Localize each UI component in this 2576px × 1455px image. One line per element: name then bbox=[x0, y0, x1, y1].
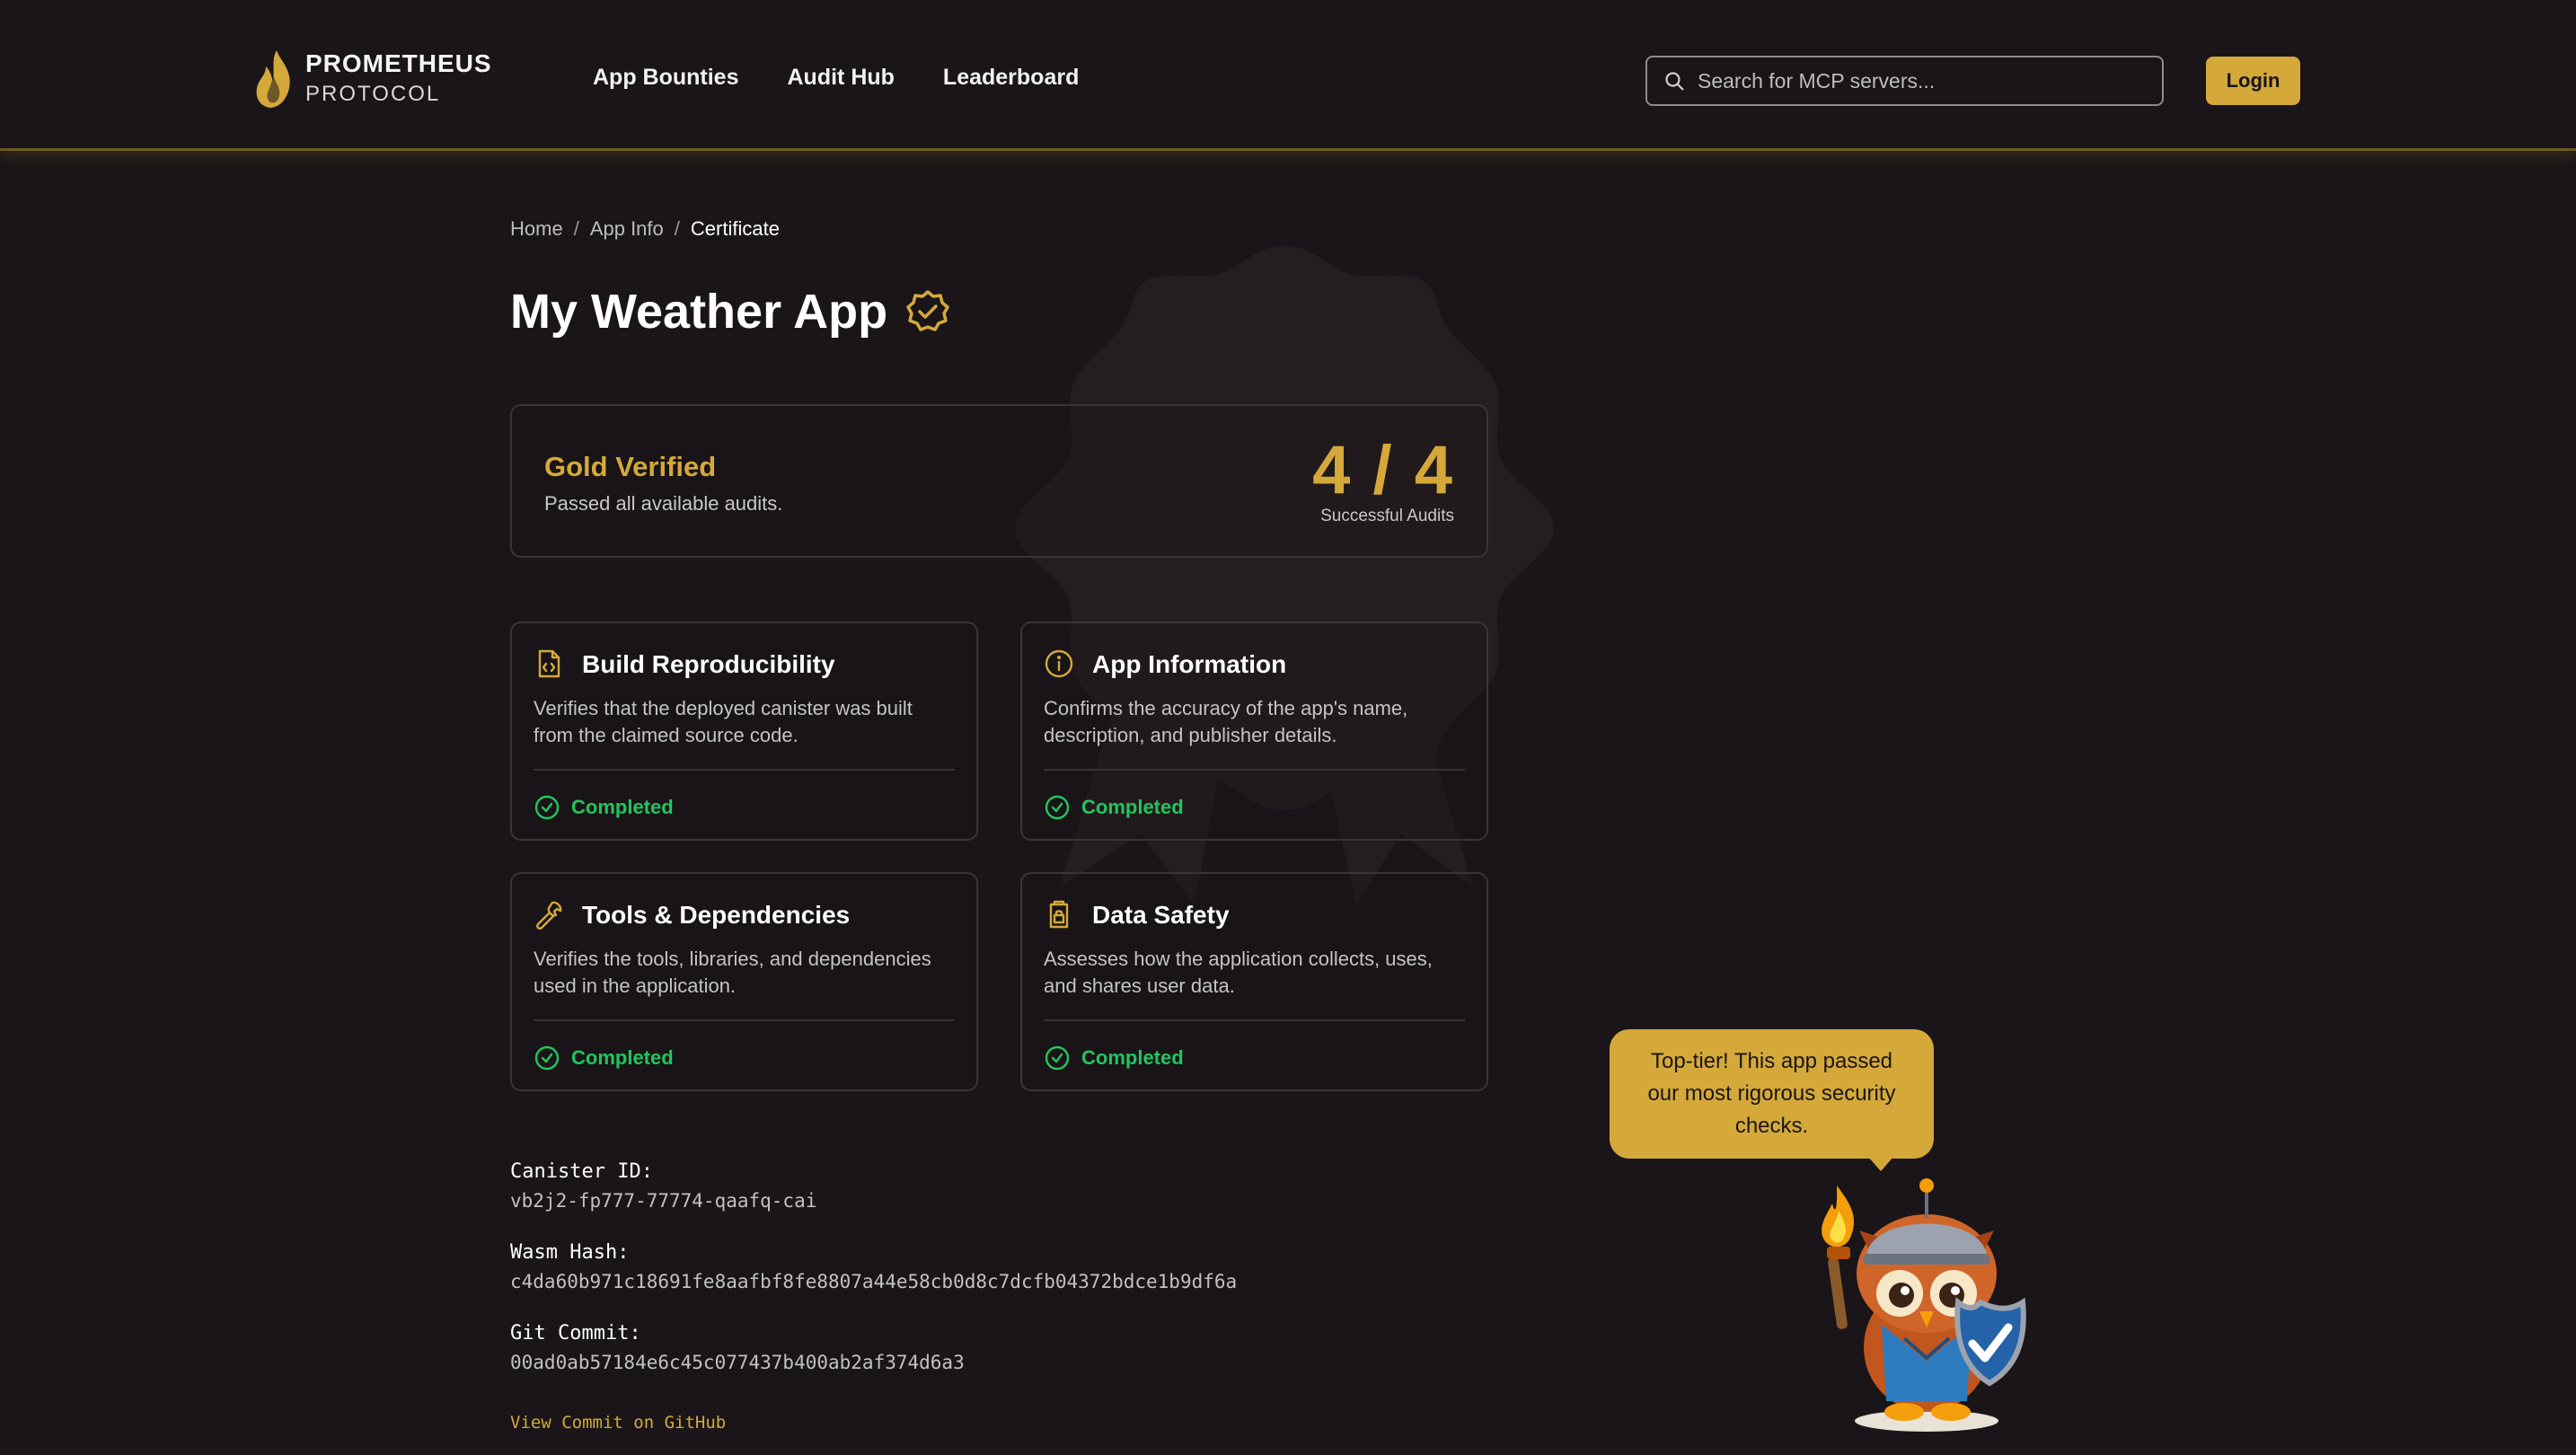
card-divider bbox=[1044, 769, 1465, 771]
owl-mascot-icon bbox=[1822, 1178, 2026, 1432]
audit-status: Completed bbox=[534, 794, 674, 821]
audit-card-title: Build Reproducibility bbox=[582, 650, 835, 678]
nav-app-bounties[interactable]: App Bounties bbox=[593, 65, 739, 91]
mascot-speech-bubble: Top-tier! This app passed our most rigor… bbox=[1610, 1029, 1934, 1159]
verification-summary: Gold Verified Passed all available audit… bbox=[510, 404, 1488, 558]
brand-subname: PROTOCOL bbox=[305, 82, 441, 106]
git-commit-label: Git Commit: bbox=[510, 1322, 641, 1345]
page-title: My Weather App bbox=[510, 285, 888, 339]
canister-id-block: Canister ID: vb2j2-fp777-77774-qaafq-cai bbox=[510, 1160, 816, 1212]
search-icon bbox=[1665, 72, 1684, 91]
breadcrumb-separator: / bbox=[674, 217, 680, 240]
top-header: PROMETHEUS PROTOCOL App Bounties Audit H… bbox=[0, 0, 2576, 151]
audit-score-label: Successful Audits bbox=[1320, 507, 1454, 525]
card-divider bbox=[534, 1019, 955, 1021]
breadcrumb-home[interactable]: Home bbox=[510, 217, 563, 240]
nav-leaderboard[interactable]: Leaderboard bbox=[943, 65, 1079, 91]
audit-status: Completed bbox=[1044, 1045, 1184, 1071]
check-circle-icon bbox=[1045, 795, 1070, 820]
audit-status: Completed bbox=[1044, 794, 1184, 821]
breadcrumb-app-info[interactable]: App Info bbox=[590, 217, 664, 240]
check-circle-icon bbox=[534, 795, 560, 820]
brand-name: PROMETHEUS bbox=[305, 49, 492, 77]
audit-status-label: Completed bbox=[571, 1046, 674, 1069]
git-commit-value: 00ad0ab57184e6c45c077437b400ab2af374d6a3 bbox=[510, 1352, 965, 1373]
audit-status: Completed bbox=[534, 1045, 674, 1071]
breadcrumb-separator: / bbox=[573, 217, 579, 240]
wasm-hash-value: c4da60b971c18691fe8aafbf8fe8807a44e58cb0… bbox=[510, 1271, 1238, 1292]
wasm-hash-label: Wasm Hash: bbox=[510, 1241, 630, 1264]
nav-audit-hub[interactable]: Audit Hub bbox=[788, 65, 895, 91]
brand-logo[interactable]: PROMETHEUS PROTOCOL bbox=[253, 48, 492, 110]
breadcrumb: Home / App Info / Certificate bbox=[510, 217, 780, 241]
flame-icon bbox=[256, 50, 290, 108]
audit-card-tools-dependencies[interactable]: Tools & Dependencies Verifies the tools,… bbox=[510, 872, 978, 1091]
git-commit-block: Git Commit: 00ad0ab57184e6c45c077437b400… bbox=[510, 1322, 965, 1373]
audit-card-description: Confirms the accuracy of the app's name,… bbox=[1044, 697, 1408, 746]
audit-card-data-safety[interactable]: Data Safety Assesses how the application… bbox=[1020, 872, 1488, 1091]
audit-status-label: Completed bbox=[1081, 796, 1184, 818]
search-box[interactable] bbox=[1645, 56, 2164, 106]
audit-card-title: App Information bbox=[1092, 650, 1287, 678]
verified-badge-icon bbox=[906, 290, 949, 331]
audit-card-build-reproducibility[interactable]: Build Reproducibility Verifies that the … bbox=[510, 622, 978, 841]
audit-card-description: Assesses how the application collects, u… bbox=[1044, 948, 1433, 997]
audit-status-label: Completed bbox=[1081, 1046, 1184, 1069]
audit-card-app-information[interactable]: App Information Confirms the accuracy of… bbox=[1020, 622, 1488, 841]
audit-score: 4 / 4 bbox=[1312, 432, 1454, 508]
wasm-hash-block: Wasm Hash: c4da60b971c18691fe8aafbf8fe88… bbox=[510, 1241, 1237, 1292]
main-nav: App Bounties Audit Hub Leaderboard bbox=[593, 65, 1079, 91]
audit-status-label: Completed bbox=[571, 796, 674, 818]
login-button[interactable]: Login bbox=[2206, 57, 2300, 105]
verification-tier: Gold Verified bbox=[544, 451, 717, 482]
view-commit-github-link[interactable]: View Commit on GitHub bbox=[510, 1413, 726, 1433]
card-divider bbox=[1044, 1019, 1465, 1021]
canister-id-label: Canister ID: bbox=[510, 1160, 653, 1183]
breadcrumb-current: Certificate bbox=[690, 217, 780, 240]
check-circle-icon bbox=[534, 1045, 560, 1071]
check-circle-icon bbox=[1045, 1045, 1070, 1071]
verification-description: Passed all available audits. bbox=[544, 492, 783, 515]
wrench-icon bbox=[536, 901, 562, 930]
audit-card-title: Data Safety bbox=[1092, 901, 1230, 929]
file-code-icon bbox=[538, 649, 560, 678]
audit-card-description: Verifies that the deployed canister was … bbox=[534, 697, 913, 746]
audit-card-description: Verifies the tools, libraries, and depen… bbox=[534, 948, 931, 997]
card-divider bbox=[534, 769, 955, 771]
info-icon bbox=[1045, 649, 1073, 678]
canister-id-value: vb2j2-fp777-77774-qaafq-cai bbox=[510, 1190, 817, 1212]
page-title-row: My Weather App bbox=[510, 284, 950, 340]
clipboard-lock-icon bbox=[1049, 900, 1069, 929]
search-input[interactable] bbox=[1698, 68, 2147, 93]
audit-card-title: Tools & Dependencies bbox=[582, 901, 851, 929]
